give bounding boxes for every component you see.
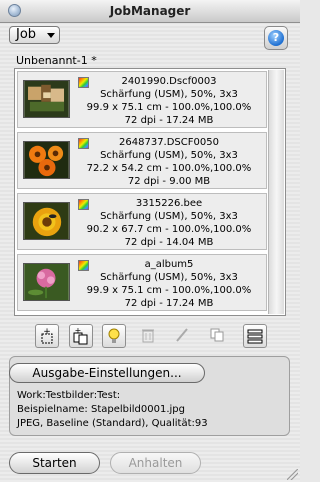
tip-button[interactable] bbox=[102, 324, 126, 348]
job-select-value: Job bbox=[16, 27, 37, 42]
item-name: 2401990.Dscf0003 bbox=[121, 76, 217, 87]
chevron-down-icon bbox=[47, 33, 55, 38]
output-settings-button[interactable]: Ausgabe-Einstellungen... bbox=[9, 363, 205, 383]
item-settings: Schärfung (USM), 50%, 3x3 bbox=[100, 150, 238, 161]
edit-button[interactable] bbox=[171, 324, 195, 348]
list-item[interactable]: 2648737.DSCF0050 Schärfung (USM), 50%, 3… bbox=[17, 132, 267, 189]
help-button[interactable]: ? bbox=[264, 26, 288, 50]
item-size: 72.2 x 54.2 cm - 100.0%,100.0% bbox=[86, 163, 252, 174]
image-thumbnail bbox=[23, 141, 70, 179]
help-icon: ? bbox=[268, 30, 284, 46]
item-size: 99.9 x 75.1 cm - 100.0%,100.0% bbox=[86, 285, 252, 296]
svg-text:+: + bbox=[43, 327, 51, 337]
add-file-icon: + bbox=[41, 327, 53, 344]
add-multiple-icon: + bbox=[73, 327, 88, 345]
image-thumbnail bbox=[23, 80, 70, 118]
image-list[interactable]: 2401990.Dscf0003 Schärfung (USM), 50%, 3… bbox=[14, 68, 286, 316]
work-folder-text: Work:Testbilder:Test: bbox=[17, 390, 121, 401]
item-settings: Schärfung (USM), 50%, 3x3 bbox=[100, 211, 238, 222]
resize-grip-icon[interactable] bbox=[287, 469, 298, 480]
format-text: JPEG, Baseline (Standard), Qualität:93 bbox=[17, 418, 208, 429]
start-button[interactable]: Starten bbox=[9, 452, 100, 474]
job-select[interactable]: Job bbox=[9, 26, 60, 44]
stop-button[interactable]: Anhalten bbox=[110, 452, 201, 474]
delete-button[interactable] bbox=[137, 324, 161, 348]
item-info: 72 dpi - 17.24 MB bbox=[124, 115, 214, 126]
add-file-button[interactable]: + bbox=[35, 324, 59, 348]
pencil-icon bbox=[176, 328, 188, 342]
item-settings: Schärfung (USM), 50%, 3x3 bbox=[100, 89, 238, 100]
item-size: 90.2 x 67.7 cm - 100.0%,100.0% bbox=[86, 224, 252, 235]
list-item[interactable]: 2401990.Dscf0003 Schärfung (USM), 50%, 3… bbox=[17, 71, 267, 128]
add-multiple-button[interactable]: + bbox=[69, 324, 93, 348]
list-view-icon bbox=[247, 329, 263, 344]
duplicate-button[interactable] bbox=[206, 324, 230, 348]
trash-icon bbox=[142, 329, 154, 343]
item-name: 3315226.bee bbox=[135, 198, 203, 209]
item-name: 2648737.DSCF0050 bbox=[119, 137, 219, 148]
item-settings: Schärfung (USM), 50%, 3x3 bbox=[100, 272, 238, 283]
item-name: a_album5 bbox=[144, 259, 194, 270]
window-title: JobManager bbox=[109, 4, 191, 18]
image-thumbnail bbox=[23, 202, 70, 240]
lightbulb-icon bbox=[108, 328, 120, 343]
item-info: 72 dpi - 9.00 MB bbox=[127, 176, 211, 187]
svg-text:+: + bbox=[75, 327, 82, 335]
title-bar[interactable]: JobManager bbox=[0, 0, 300, 23]
item-size: 99.9 x 75.1 cm - 100.0%,100.0% bbox=[86, 102, 252, 113]
example-name-text: Beispielname: Stapelbild0001.jpg bbox=[17, 404, 185, 415]
item-info: 72 dpi - 14.04 MB bbox=[124, 237, 214, 248]
document-title: Unbenannt-1 * bbox=[16, 54, 97, 67]
list-item[interactable]: a_album5 Schärfung (USM), 50%, 3x3 99.9 … bbox=[17, 254, 267, 311]
list-scrollbar[interactable] bbox=[268, 70, 284, 314]
jobmanager-window: JobManager Job ? Unbenannt-1 * 2401990.D… bbox=[0, 0, 300, 482]
image-thumbnail bbox=[23, 263, 70, 301]
copy-icon bbox=[210, 328, 224, 342]
item-info: 72 dpi - 17.24 MB bbox=[124, 298, 214, 309]
list-view-button[interactable] bbox=[243, 324, 267, 348]
close-window-button[interactable] bbox=[8, 4, 21, 17]
list-item[interactable]: 3315226.bee Schärfung (USM), 50%, 3x3 90… bbox=[17, 193, 267, 250]
